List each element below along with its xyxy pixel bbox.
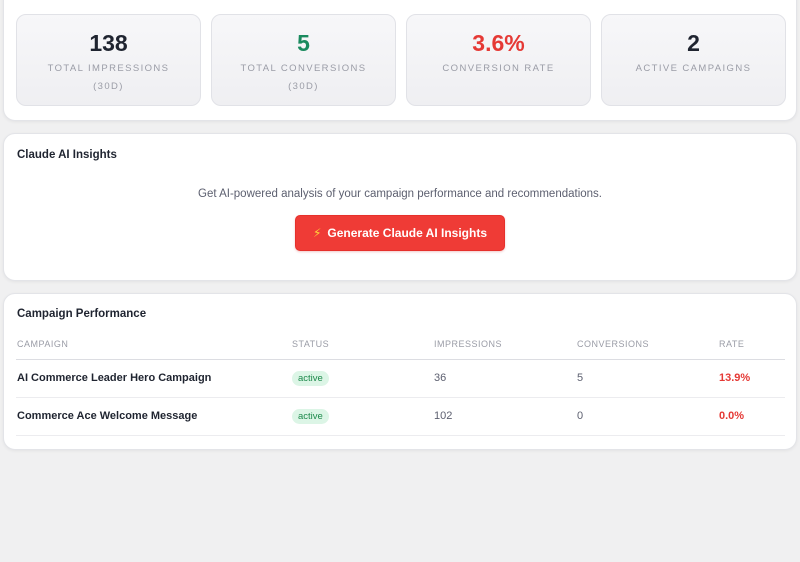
campaign-name[interactable]: AI Commerce Leader Hero Campaign — [17, 372, 211, 384]
rate-cell: 13.9% — [719, 372, 751, 384]
lightning-icon: ⚡ — [312, 226, 322, 240]
generate-insights-button-label: Generate Claude AI Insights — [327, 226, 488, 240]
generate-insights-button[interactable]: ⚡ Generate Claude AI Insights — [295, 215, 505, 251]
stat-value: 138 — [89, 30, 128, 56]
table-header: CAMPAIGN STATUS IMPRESSIONS CONVERSIONS … — [16, 330, 785, 360]
stat-value: 3.6% — [472, 30, 525, 56]
status-badge: active — [292, 371, 329, 386]
insights-description: Get AI-powered analysis of your campaign… — [198, 188, 602, 200]
stat-label: TOTAL CONVERSIONS — [240, 63, 367, 74]
rate-cell: 0.0% — [719, 410, 745, 422]
stat-total-impressions: 138 TOTAL IMPRESSIONS (30D) — [16, 14, 201, 106]
column-header-campaign[interactable]: CAMPAIGN — [17, 339, 68, 349]
conversions-cell: 0 — [577, 410, 584, 422]
campaign-performance-card: Campaign Performance CAMPAIGN STATUS IMP… — [3, 293, 797, 450]
column-header-impressions[interactable]: IMPRESSIONS — [434, 339, 502, 349]
campaign-name[interactable]: Commerce Ace Welcome Message — [17, 410, 197, 422]
stat-label: ACTIVE CAMPAIGNS — [635, 63, 752, 74]
campaign-performance-title: Campaign Performance — [17, 308, 147, 320]
column-header-conversions[interactable]: CONVERSIONS — [577, 339, 649, 349]
insights-card: Claude AI Insights Get AI-powered analys… — [3, 133, 797, 281]
stat-value: 5 — [297, 30, 310, 56]
conversions-cell: 5 — [577, 372, 584, 384]
table-row[interactable]: AI Commerce Leader Hero Campaign active … — [16, 360, 785, 398]
column-header-rate[interactable]: RATE — [719, 339, 744, 349]
campaign-table: CAMPAIGN STATUS IMPRESSIONS CONVERSIONS … — [16, 330, 785, 436]
insights-title: Claude AI Insights — [17, 149, 117, 161]
stat-total-conversions: 5 TOTAL CONVERSIONS (30D) — [211, 14, 396, 106]
status-badge: active — [292, 409, 329, 424]
stat-label-period: (30D) — [288, 81, 319, 92]
stat-value: 2 — [687, 30, 700, 56]
stat-label: CONVERSION RATE — [442, 63, 555, 74]
impressions-cell: 36 — [434, 372, 447, 384]
stats-card: 138 TOTAL IMPRESSIONS (30D) 5 TOTAL CONV… — [3, 0, 797, 121]
stat-active-campaigns: 2 ACTIVE CAMPAIGNS — [601, 14, 786, 106]
stat-conversion-rate: 3.6% CONVERSION RATE — [406, 14, 591, 106]
stat-label-period: (30D) — [93, 81, 124, 92]
column-header-status[interactable]: STATUS — [292, 339, 329, 349]
stat-label: TOTAL IMPRESSIONS — [47, 63, 170, 74]
impressions-cell: 102 — [434, 410, 453, 422]
table-row[interactable]: Commerce Ace Welcome Message active 102 … — [16, 398, 785, 436]
